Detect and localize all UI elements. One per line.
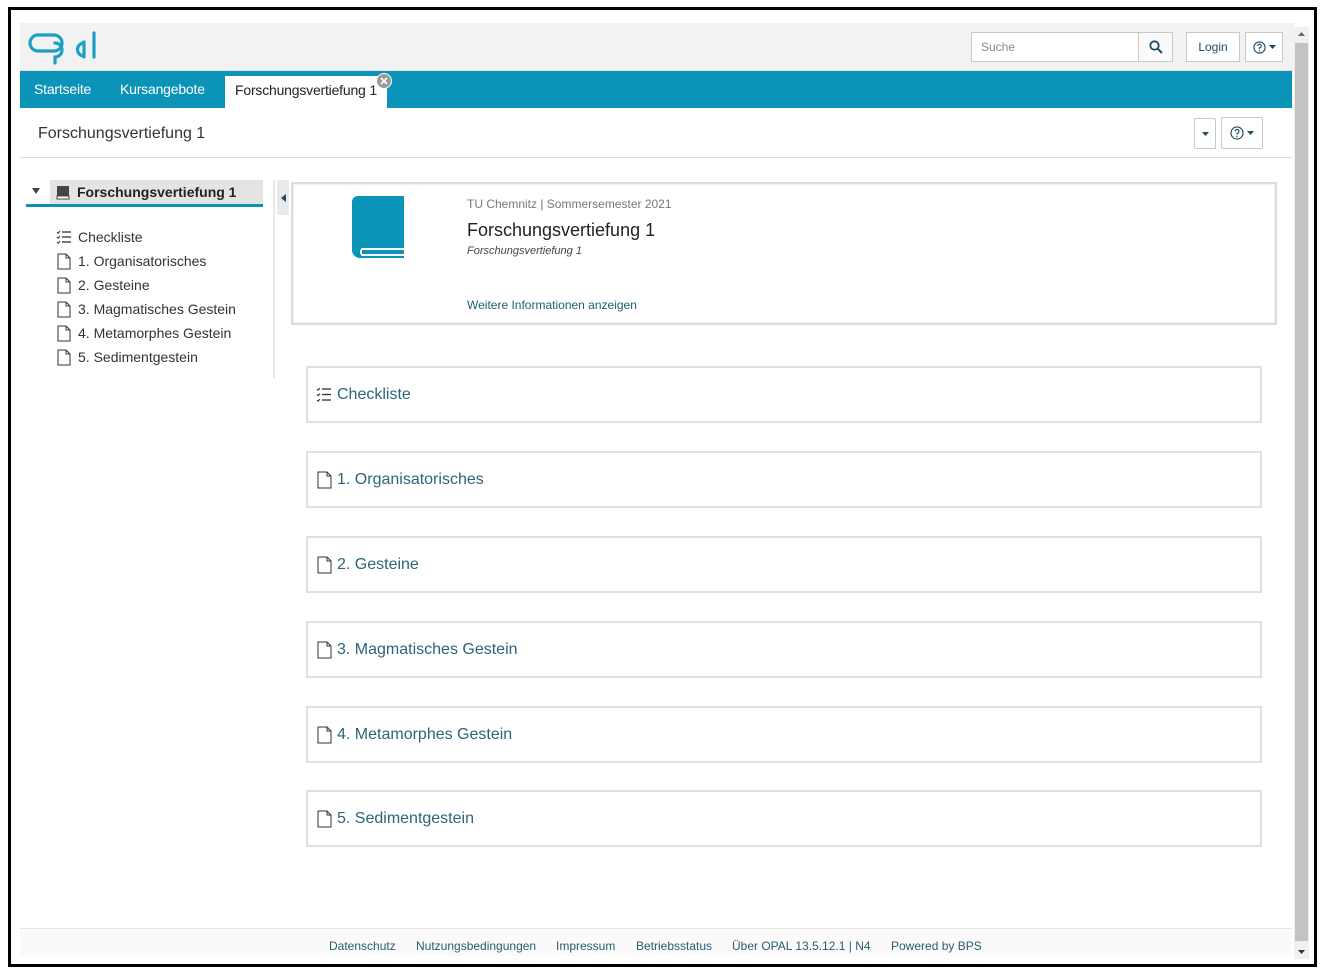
tree-item-label: 5. Sedimentgestein (78, 349, 198, 365)
caret-down-icon (1201, 131, 1209, 136)
card-label: 5. Sedimentgestein (337, 809, 474, 827)
checklist-icon (56, 228, 72, 246)
card-sedimentgestein[interactable]: 5. Sedimentgestein (306, 790, 1262, 847)
tree-item-label: 3. Magmatisches Gestein (78, 301, 236, 317)
nav-tab-startseite[interactable]: Startseite (34, 71, 91, 108)
more-info-link[interactable]: Weitere Informationen anzeigen (467, 298, 637, 312)
scroll-up-button[interactable] (1294, 27, 1309, 41)
nav-tab-kursangebote[interactable]: Kursangebote (120, 71, 205, 108)
chevron-left-icon (280, 193, 286, 202)
tree-item-label: 2. Gesteine (78, 277, 150, 293)
card-organisatorisches[interactable]: 1. Organisatorisches (306, 451, 1262, 508)
page-icon (316, 555, 332, 575)
sidebar-divider (273, 180, 275, 378)
course-help-button[interactable] (1221, 117, 1263, 149)
page-icon (316, 725, 332, 745)
checklist-icon (316, 385, 332, 405)
card-magmatisches-gestein[interactable]: 3. Magmatisches Gestein (306, 621, 1262, 678)
tree-item-organisatorisches[interactable]: 1. Organisatorisches (56, 250, 206, 272)
search-input[interactable] (971, 32, 1138, 62)
card-gesteine[interactable]: 2. Gesteine (306, 536, 1262, 593)
page-icon (316, 640, 332, 660)
footer: Datenschutz Nutzungsbedingungen Impressu… (20, 928, 1292, 956)
page-icon (56, 276, 72, 294)
card-checkliste[interactable]: Checkliste (306, 366, 1262, 423)
search-box (971, 32, 1173, 62)
help-icon (1252, 40, 1266, 54)
tree-root: Forschungsvertiefung 1 (26, 180, 263, 207)
scroll-down-button[interactable] (1294, 945, 1309, 959)
browser-frame: Login Startseite Kursangebote Forschungs… (8, 7, 1317, 967)
search-icon (1148, 40, 1163, 54)
course-title: Forschungsvertiefung 1 (38, 125, 206, 142)
tree-item-sedimentgestein[interactable]: 5. Sedimentgestein (56, 346, 198, 368)
help-icon (1230, 126, 1244, 140)
tree-item-gesteine[interactable]: 2. Gesteine (56, 274, 150, 296)
course-info-box: TU Chemnitz | Sommersemester 2021 Forsch… (291, 182, 1277, 325)
help-menu-button[interactable] (1245, 32, 1283, 62)
tree-collapse-toggle[interactable] (32, 188, 40, 194)
card-label: 2. Gesteine (337, 555, 419, 573)
page-icon (56, 252, 72, 270)
login-button[interactable]: Login (1186, 32, 1240, 62)
sidebar-collapse-button[interactable] (277, 180, 289, 215)
card-label: 4. Metamorphes Gestein (337, 725, 513, 743)
course-book-icon (56, 186, 70, 200)
top-bar: Login (20, 23, 1294, 71)
course-info-subtitle: Forschungsvertiefung 1 (467, 245, 582, 257)
page-icon (56, 348, 72, 366)
footer-link-nutzungsbedingungen[interactable]: Nutzungsbedingungen (416, 939, 536, 953)
book-icon (352, 196, 404, 258)
page-icon (56, 324, 72, 342)
search-button[interactable] (1138, 32, 1173, 62)
page-icon (56, 300, 72, 318)
card-label: Checkliste (337, 385, 411, 403)
course-info-title: Forschungsvertiefung 1 (467, 220, 656, 240)
main-nav: Startseite Kursangebote Forschungsvertie… (20, 71, 1292, 108)
caret-down-icon (1298, 950, 1305, 954)
tab-close-button[interactable] (376, 73, 392, 89)
tree-item-label: Checkliste (78, 229, 143, 245)
tree-root-label[interactable]: Forschungsvertiefung 1 (77, 184, 236, 200)
course-tools-dropdown[interactable] (1194, 118, 1216, 149)
page: Login Startseite Kursangebote Forschungs… (20, 23, 1294, 956)
tree-item-metamorphes-gestein[interactable]: 4. Metamorphes Gestein (56, 322, 231, 344)
card-label: 3. Magmatisches Gestein (337, 640, 518, 658)
nav-tab-course[interactable]: Forschungsvertiefung 1 (225, 76, 387, 108)
course-header: Forschungsvertiefung 1 (20, 108, 1292, 158)
scrollbar-thumb[interactable] (1295, 43, 1308, 941)
close-icon (380, 77, 388, 85)
tree-item-label: 4. Metamorphes Gestein (78, 325, 232, 341)
page-icon (316, 809, 332, 829)
course-meta: TU Chemnitz | Sommersemester 2021 (467, 197, 672, 211)
caret-up-icon (1298, 32, 1305, 36)
footer-link-powered-by[interactable]: Powered by BPS (891, 939, 982, 953)
footer-link-impressum[interactable]: Impressum (556, 939, 615, 953)
card-metamorphes-gestein[interactable]: 4. Metamorphes Gestein (306, 706, 1262, 763)
tree-item-magmatisches-gestein[interactable]: 3. Magmatisches Gestein (56, 298, 236, 320)
caret-down-icon (1247, 131, 1254, 135)
opal-logo[interactable] (28, 29, 102, 65)
tree-item-label: 1. Organisatorisches (78, 253, 207, 269)
caret-down-icon (1268, 45, 1276, 49)
page-icon (316, 470, 332, 490)
vertical-scrollbar[interactable] (1294, 27, 1309, 959)
footer-link-datenschutz[interactable]: Datenschutz (329, 939, 396, 953)
footer-link-betriebsstatus[interactable]: Betriebsstatus (636, 939, 712, 953)
footer-link-about[interactable]: Über OPAL 13.5.12.1 | N4 (732, 939, 871, 953)
tree-item-checkliste[interactable]: Checkliste (56, 226, 143, 248)
card-label: 1. Organisatorisches (337, 470, 484, 488)
